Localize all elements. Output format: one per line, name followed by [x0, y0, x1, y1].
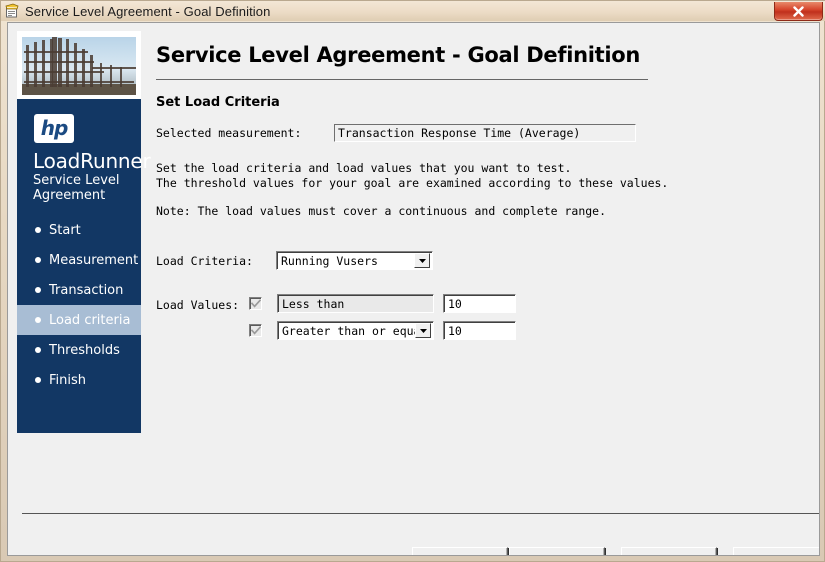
title-divider	[156, 79, 648, 80]
bullet-icon	[35, 257, 41, 263]
bullet-icon	[35, 317, 41, 323]
sidebar-item-load-criteria[interactable]: Load criteria	[17, 305, 141, 335]
cancel-button[interactable]: Cancel	[621, 547, 717, 555]
footer-divider	[22, 513, 819, 514]
client-area: hp LoadRunner Service Level Agreement St…	[7, 22, 820, 556]
bullet-icon	[35, 227, 41, 233]
button-bar: ‹ Back Next › Cancel Help	[412, 547, 819, 555]
title-bar: Service Level Agreement - Goal Definitio…	[1, 1, 825, 21]
content-panel: Service Level Agreement - Goal Definitio…	[156, 43, 806, 348]
load-criteria-value: Running Vusers	[281, 253, 378, 268]
page-title: Service Level Agreement - Goal Definitio…	[156, 43, 641, 67]
hero-ground	[22, 84, 136, 95]
sidebar-item-label: Transaction	[49, 282, 124, 298]
chevron-down-icon[interactable]	[414, 253, 430, 268]
load-value-checkbox-1[interactable]	[249, 297, 262, 310]
sidebar-item-label: Finish	[49, 372, 87, 388]
help-button[interactable]: Help	[733, 547, 819, 555]
back-button[interactable]: ‹ Back	[412, 547, 508, 555]
application-window: Service Level Agreement - Goal Definitio…	[0, 0, 825, 562]
help-label-rest: elp	[774, 553, 795, 555]
sla-document-icon	[4, 3, 20, 19]
load-value-operator-1: Less than	[277, 294, 434, 313]
hp-logo-text: hp	[40, 115, 69, 140]
coaster-track	[52, 37, 57, 87]
left-rail: hp LoadRunner Service Level Agreement St…	[17, 31, 151, 433]
sidebar-item-measurement[interactable]: Measurement	[17, 245, 141, 275]
roller-coaster-photo	[22, 37, 136, 95]
close-button[interactable]	[774, 2, 823, 21]
load-value-text-2: 10	[448, 323, 462, 338]
chevron-down-icon[interactable]	[415, 323, 431, 338]
load-value-row: Greater than or equal t 10	[249, 321, 516, 340]
load-value-input-1[interactable]: 10	[443, 294, 516, 313]
sidebar-item-thresholds[interactable]: Thresholds	[17, 335, 141, 365]
coaster-beam	[42, 40, 45, 87]
description-text: Set the load criteria and load values th…	[156, 161, 669, 190]
back-accel: B	[450, 553, 457, 555]
hp-logo-icon: hp	[34, 114, 74, 143]
product-subtitle: Service Level Agreement	[33, 173, 120, 203]
sidebar-item-label: Start	[49, 222, 81, 238]
load-criteria-label: Load Criteria:	[156, 253, 253, 268]
cancel-accel: C	[648, 553, 655, 555]
back-label-rest: ack	[457, 553, 478, 555]
load-value-operator-2[interactable]: Greater than or equal t	[277, 321, 434, 340]
load-values-block: Load Values: Less than 10 Greater than o…	[156, 294, 806, 348]
next-button[interactable]: Next ›	[509, 547, 605, 555]
sidebar-item-transaction[interactable]: Transaction	[17, 275, 141, 305]
selected-measurement-label: Selected measurement:	[156, 126, 302, 140]
bullet-icon	[35, 287, 41, 293]
bullet-icon	[35, 347, 41, 353]
window-title: Service Level Agreement - Goal Definitio…	[25, 3, 271, 19]
coaster-beam	[66, 39, 69, 87]
sidebar-item-label: Thresholds	[49, 342, 120, 358]
load-value-text-1: 10	[448, 296, 462, 311]
product-name: LoadRunner	[33, 149, 151, 173]
next-label-rest: ext	[547, 553, 568, 555]
sidebar-item-start[interactable]: Start	[17, 215, 141, 245]
load-value-row: Less than 10	[249, 294, 516, 313]
bullet-icon	[35, 377, 41, 383]
load-value-operator-text-2: Greater than or equal t	[282, 323, 415, 338]
next-accel: N	[540, 553, 547, 555]
load-criteria-row: Load Criteria: Running Vusers	[156, 251, 806, 270]
coaster-beam	[24, 61, 94, 63]
load-value-input-2[interactable]: 10	[443, 321, 516, 340]
coaster-track	[92, 67, 136, 69]
load-value-operator-text-1: Less than	[282, 296, 345, 311]
wizard-step-list: Start Measurement Transaction Load crite…	[17, 215, 141, 395]
cancel-label-rest: ancel	[655, 553, 690, 555]
coaster-beam	[120, 67, 122, 87]
hero-image-frame	[17, 31, 141, 99]
sidebar-item-label: Measurement	[49, 252, 139, 268]
next-suffix-icon: ›	[567, 553, 574, 555]
load-value-checkbox-2[interactable]	[249, 324, 262, 337]
sidebar-item-finish[interactable]: Finish	[17, 365, 141, 395]
coaster-beam	[24, 81, 134, 83]
coaster-beam	[24, 71, 104, 73]
wizard-sidebar: hp LoadRunner Service Level Agreement St…	[17, 99, 151, 433]
load-values-rows: Less than 10 Greater than or equ 10	[249, 294, 516, 348]
section-title: Set Load Criteria	[156, 95, 280, 110]
selected-measurement-row: Selected measurement: Transaction Respon…	[156, 124, 806, 142]
load-values-label: Load Values:	[156, 298, 240, 312]
back-prefix-icon: ‹	[443, 553, 450, 555]
note-text: Note: The load values must cover a conti…	[156, 204, 607, 218]
sidebar-item-label: Load criteria	[49, 312, 131, 328]
help-accel: H	[767, 553, 774, 555]
selected-measurement-value: Transaction Response Time (Average)	[334, 124, 636, 142]
load-criteria-select[interactable]: Running Vusers	[276, 251, 433, 270]
